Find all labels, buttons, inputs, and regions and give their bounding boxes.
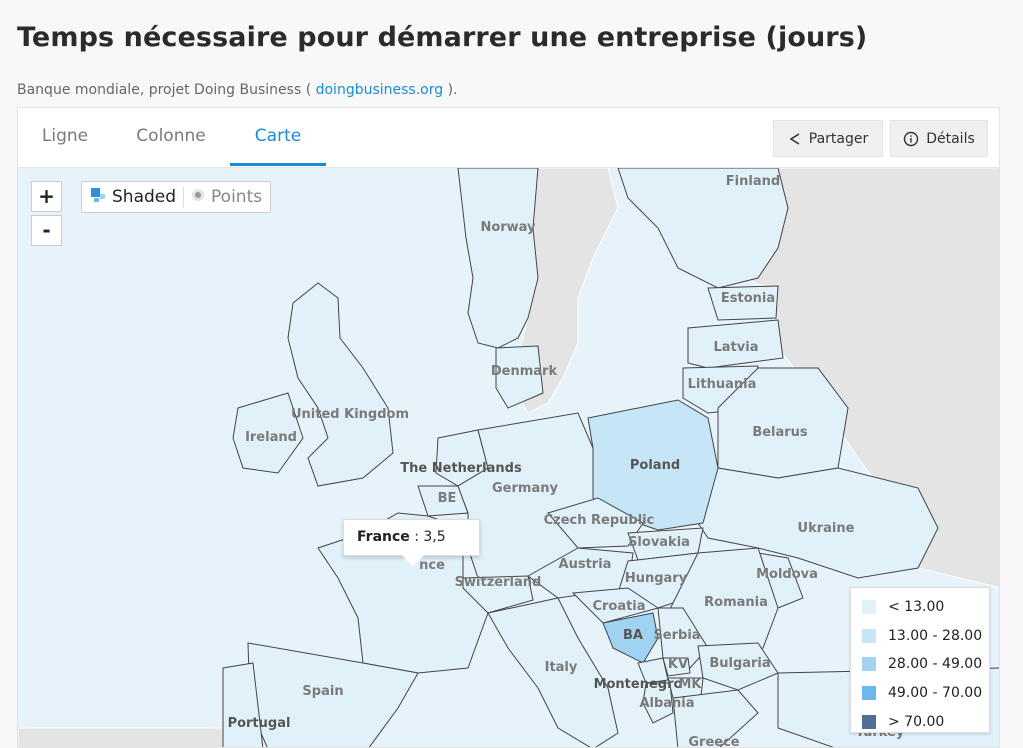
zoom-in-button[interactable]: + [31,181,62,212]
mode-points-label: Points [211,187,263,207]
legend-label: > 70.00 [888,713,945,730]
label-estonia: Estonia [721,291,775,306]
land-north-africa [18,727,259,747]
label-ireland: Ireland [245,430,297,445]
tooltip-country: France [357,529,410,545]
details-button[interactable]: Détails [890,120,988,157]
legend-label: < 13.00 [888,599,945,616]
legend-item: < 13.00 [862,593,989,622]
legend-swatch [862,600,876,615]
label-norway: Norway [480,220,536,235]
source-line: Banque mondiale, projet Doing Business (… [17,82,458,98]
label-germany: Germany [492,481,558,496]
tab-colonne[interactable]: Colonne [119,108,223,166]
label-austria: Austria [559,557,612,572]
shading-mode-toggle: Shaded Points [81,181,272,213]
label-albania: Albania [639,696,694,711]
label-lithuania: Lithuania [688,377,757,392]
map-area[interactable]: Finland Norway Estonia Latvia Lithuania … [18,168,999,748]
label-kosovo: KV [668,657,688,672]
view-tabs: Ligne Colonne Carte Partager Détails [18,108,999,168]
label-slovakia: Slovakia [628,535,690,550]
source-link[interactable]: doingbusiness.org [316,82,444,98]
points-icon [191,187,205,207]
legend-swatch [862,686,876,701]
label-bosnia: BA [623,628,643,643]
tab-ligne[interactable]: Ligne [28,108,102,166]
legend-swatch [862,628,876,643]
page-title: Temps nécessaire pour démarrer une entre… [17,22,868,53]
label-bulgaria: Bulgaria [709,656,770,671]
zoom-out-button[interactable]: - [31,215,62,246]
legend-swatch [862,657,876,672]
mode-points[interactable]: Points [191,187,262,207]
label-switzerland: Switzerland [455,575,542,590]
info-icon [903,131,919,147]
legend-label: 49.00 - 70.00 [888,685,983,702]
label-poland: Poland [630,458,680,473]
label-czech: Czech Republic [544,513,655,528]
label-croatia: Croatia [592,599,645,614]
legend-swatch [862,714,876,729]
share-icon [788,132,802,146]
shaded-icon [90,187,106,208]
label-belgium: BE [438,491,457,506]
label-belarus: Belarus [752,425,808,440]
share-button[interactable]: Partager [773,120,883,157]
label-ukraine: Ukraine [798,521,855,536]
label-romania: Romania [704,595,768,610]
mode-shaded-label: Shaded [112,187,177,207]
label-latvia: Latvia [714,340,759,355]
legend-label: 28.00 - 49.00 [888,656,983,673]
map-panel: Ligne Colonne Carte Partager Détails Fin… [17,107,1000,748]
legend-item: 49.00 - 70.00 [862,679,989,708]
label-netherlands: The Netherlands [400,461,522,476]
country-norway [457,168,539,349]
label-denmark: Denmark [491,364,558,379]
legend-label: 13.00 - 28.00 [888,627,983,644]
source-suffix: ). [447,82,458,98]
legend-item: 28.00 - 49.00 [862,650,989,679]
label-serbia: Serbia [653,628,700,643]
legend-item: 13.00 - 28.00 [862,622,989,651]
mode-divider [183,187,185,207]
tooltip-value: : 3,5 [414,529,446,545]
map-legend: < 13.00 13.00 - 28.00 28.00 - 49.00 49.0… [850,587,990,733]
label-hungary: Hungary [625,571,688,586]
label-uk: United Kingdom [291,407,409,422]
label-finland: Finland [726,174,780,189]
details-label: Détails [926,130,975,147]
tab-carte[interactable]: Carte [230,108,326,166]
label-italy: Italy [545,660,578,675]
map-tooltip: France : 3,5 [343,519,480,567]
mode-shaded[interactable]: Shaded [90,187,176,208]
label-macedonia: MK [678,677,702,692]
legend-item: > 70.00 [862,707,989,736]
source-prefix: Banque mondiale, projet Doing Business ( [17,82,312,98]
label-portugal: Portugal [228,716,291,731]
label-moldova: Moldova [756,567,818,582]
label-spain: Spain [302,684,343,699]
label-greece: Greece [688,735,739,748]
label-montenegro: Montenegro [594,677,683,692]
country-uk [287,282,394,487]
share-label: Partager [808,130,869,147]
